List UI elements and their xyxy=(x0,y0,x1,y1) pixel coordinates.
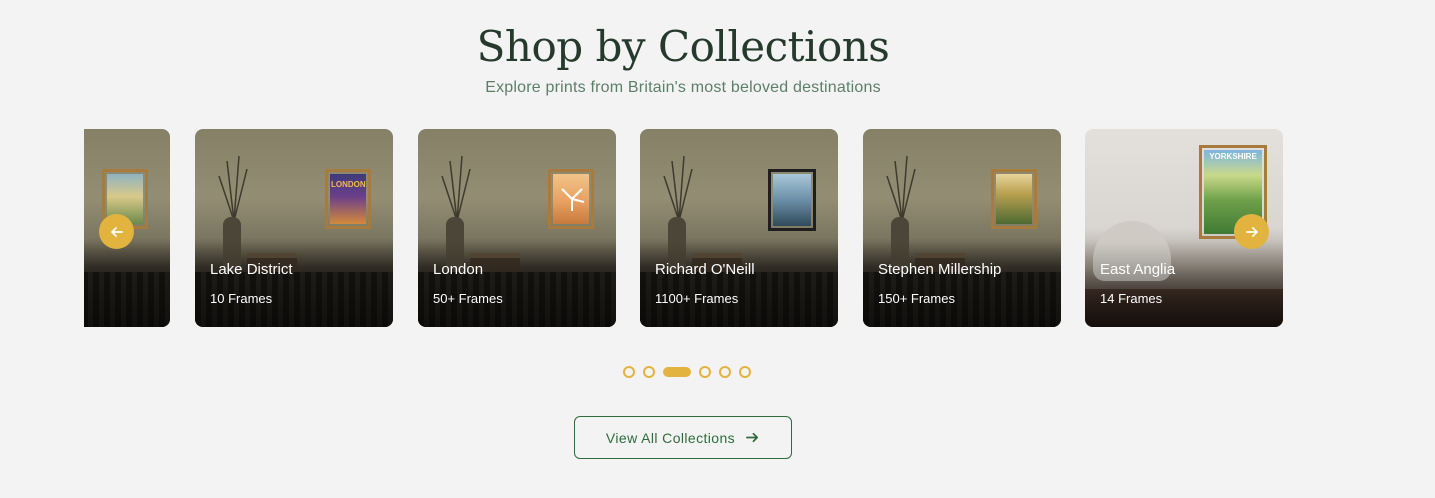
collections-carousel: LONDON Lake District 10 Frames London 50… xyxy=(84,129,1284,327)
collection-name: London xyxy=(433,261,484,278)
dried-grass-decor xyxy=(886,155,916,221)
windmill-icon xyxy=(561,188,585,211)
collection-count: 50+ Frames xyxy=(433,291,503,306)
pagination-dot-2[interactable] xyxy=(643,366,655,378)
poster-label: LONDON xyxy=(331,180,366,189)
view-all-collections-button[interactable]: View All Collections xyxy=(574,416,792,459)
pagination-dot-3-active[interactable] xyxy=(663,367,691,377)
collection-count: 14 Frames xyxy=(1100,291,1163,306)
carousel-prev-button[interactable] xyxy=(99,214,134,249)
poster-frame xyxy=(768,169,816,231)
poster-frame: LONDON xyxy=(325,169,371,229)
poster-label: YORKSHIRE xyxy=(1209,152,1257,161)
collection-name: Richard O'Neill xyxy=(655,261,755,278)
arrow-left-icon xyxy=(110,226,123,237)
section-title: Shop by Collections xyxy=(476,22,890,71)
section-subtitle: Explore prints from Britain's most belov… xyxy=(485,79,881,96)
collection-count: 150+ Frames xyxy=(878,291,955,306)
pagination-dot-5[interactable] xyxy=(719,366,731,378)
carousel-next-button[interactable] xyxy=(1234,214,1269,249)
collection-card-london[interactable]: London 50+ Frames xyxy=(418,129,616,327)
collection-count: 1100+ Frames xyxy=(655,291,739,306)
collection-card-lake-district[interactable]: LONDON Lake District 10 Frames xyxy=(195,129,393,327)
poster-frame xyxy=(548,169,594,229)
dried-grass-decor xyxy=(663,155,693,221)
collection-name: Stephen Millership xyxy=(878,261,1002,278)
arrow-right-icon xyxy=(1245,226,1258,237)
pagination-dot-6[interactable] xyxy=(739,366,751,378)
dried-grass-decor xyxy=(441,155,471,221)
collection-card-richard-oneill[interactable]: Richard O'Neill 1100+ Frames xyxy=(640,129,838,327)
collection-card-stephen-millership[interactable]: Stephen Millership 150+ Frames xyxy=(863,129,1061,327)
view-all-label: View All Collections xyxy=(605,429,736,446)
collection-name: East Anglia xyxy=(1100,261,1176,278)
pagination-dot-4[interactable] xyxy=(699,366,711,378)
collection-count: 10 Frames xyxy=(210,291,273,306)
arrow-right-icon xyxy=(746,432,759,443)
carousel-pagination xyxy=(623,366,751,378)
pagination-dot-1[interactable] xyxy=(623,366,635,378)
poster-frame xyxy=(991,169,1037,229)
dried-grass-decor xyxy=(218,155,248,221)
collection-name: Lake District xyxy=(210,261,293,278)
